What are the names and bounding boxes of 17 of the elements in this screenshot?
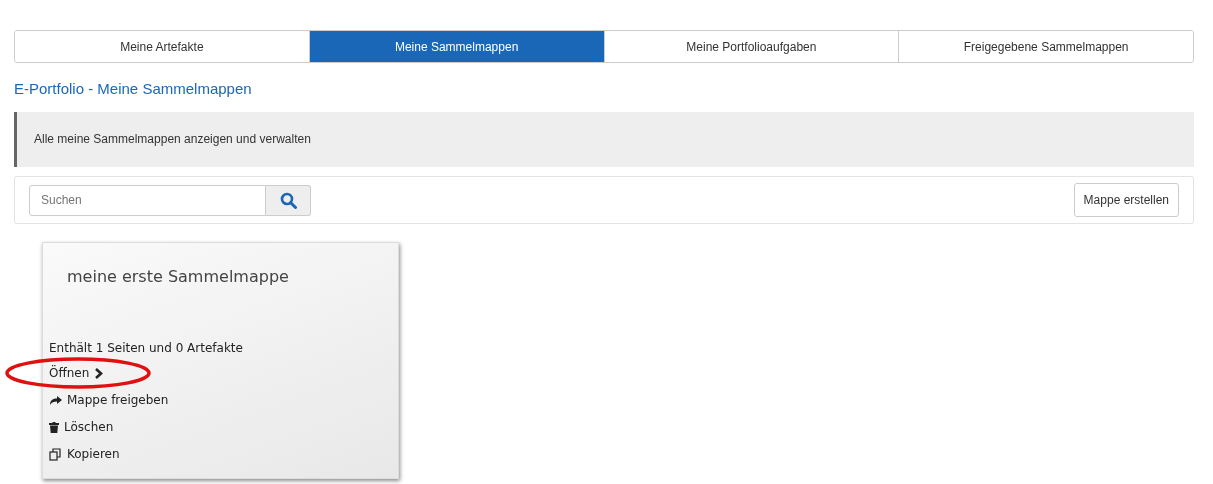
search-icon bbox=[279, 191, 297, 209]
info-text: Alle meine Sammelmappen anzeigen und verwalten bbox=[34, 132, 311, 146]
share-link[interactable]: Mappe freigeben bbox=[49, 391, 169, 409]
page-heading: E-Portfolio - Meine Sammelmappen bbox=[14, 80, 253, 98]
search-button[interactable] bbox=[266, 184, 311, 216]
delete-link[interactable]: Löschen bbox=[49, 418, 114, 436]
copy-icon bbox=[49, 447, 62, 461]
create-folder-button[interactable]: Mappe erstellen bbox=[1073, 183, 1179, 217]
folder-summary: Enthält 1 Seiten und 0 Artefakte bbox=[49, 341, 244, 356]
search-field[interactable]: Suchen bbox=[29, 184, 266, 216]
share-arrow-icon bbox=[49, 394, 62, 406]
folder-title: meine erste Sammelmappe bbox=[67, 267, 289, 286]
trash-icon bbox=[49, 421, 59, 433]
tab[interactable]: Freigegebene Sammelmappen bbox=[898, 31, 1193, 62]
chevron-icon bbox=[94, 367, 104, 379]
tab[interactable]: Meine Sammelmappen bbox=[308, 31, 604, 62]
copy-link[interactable]: Kopieren bbox=[49, 445, 120, 463]
